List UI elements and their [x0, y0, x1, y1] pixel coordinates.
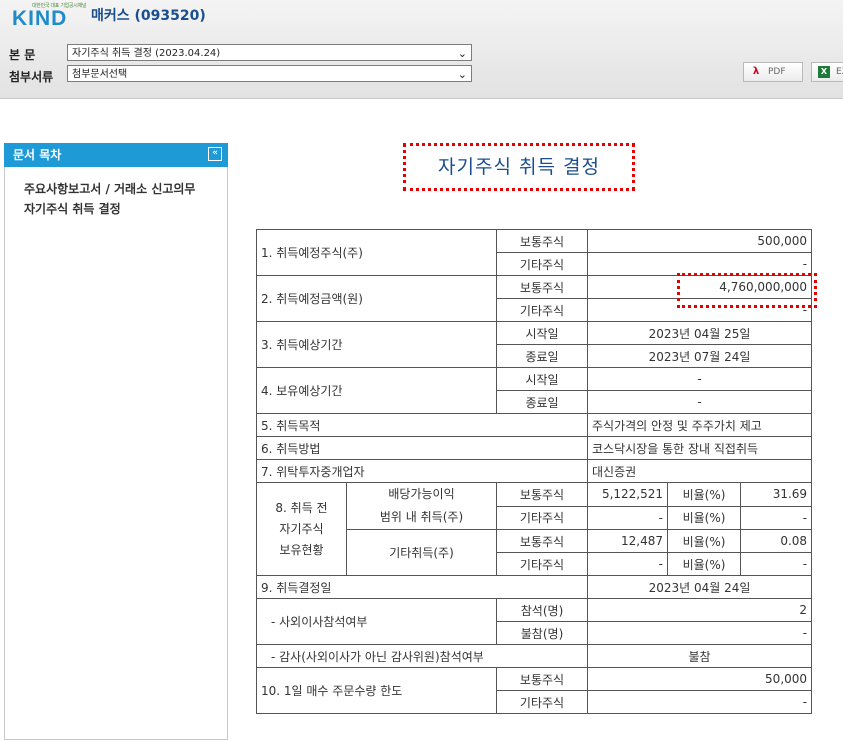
value-cell: 31.69	[740, 482, 813, 507]
row-label: - 사외이사참석여부	[255, 598, 498, 645]
sub-label: 기타주식	[496, 252, 589, 276]
group-label-line: 범위 내 취득(주)	[379, 510, 464, 524]
row-label: 1. 취득예정주식(주)	[255, 229, 498, 276]
value-cell: 2023년 04월 24일	[587, 575, 813, 599]
document-title: 자기주식 취득 결정	[403, 143, 635, 191]
value-cell: -	[587, 367, 813, 391]
row-label-line: 보유현황	[279, 542, 324, 557]
main-doc-select[interactable]: 자기주식 취득 결정 (2023.04.24) ⌄	[67, 44, 472, 61]
top-toolbar: 대한민국 대표 기업공시채널 KIND 매커스 (093520) 본 문 자기주…	[0, 0, 843, 99]
kind-logo[interactable]: 대한민국 대표 기업공시채널 KIND	[10, 2, 86, 30]
row-label: 7. 위탁투자중개업자	[255, 459, 589, 483]
sub-label: 보통주식	[496, 529, 589, 553]
sub-label: 시작일	[496, 321, 589, 345]
group-label-other: 기타취득(주)	[345, 529, 498, 576]
value-cell: 12,487	[587, 529, 669, 553]
value-cell: 주식가격의 안정 및 주주가치 제고	[587, 413, 813, 437]
main-doc-select-value: 자기주식 취득 결정 (2023.04.24)	[72, 48, 221, 59]
chevron-down-icon: ⌄	[457, 47, 467, 60]
row-label: 5. 취득목적	[255, 413, 589, 437]
ratio-label: 비율(%)	[667, 505, 742, 530]
chevron-down-icon: ⌄	[457, 68, 467, 81]
value-cell: -	[587, 621, 813, 645]
value-cell: -	[740, 505, 813, 530]
attach-label: 첨부서류	[9, 70, 54, 84]
attach-select[interactable]: 첨부문서선택 ⌄	[67, 65, 472, 82]
value-cell: 50,000	[587, 667, 813, 691]
sub-label: 기타주식	[496, 690, 589, 714]
amount-highlight-box	[677, 273, 817, 308]
ratio-label: 비율(%)	[667, 552, 742, 576]
sub-label: 종료일	[496, 344, 589, 368]
row-label-line: 8. 취득 전	[275, 500, 328, 515]
toc-item-report[interactable]: 주요사항보고서 / 거래소 신고의무	[24, 180, 228, 197]
value-cell: 불참	[587, 644, 813, 668]
logo-text: KIND	[12, 7, 68, 30]
ratio-label: 비율(%)	[667, 482, 742, 507]
value-cell: 0.08	[740, 529, 813, 553]
value-cell: 2023년 07월 24일	[587, 344, 813, 368]
value-cell: -	[587, 505, 669, 530]
sub-label: 종료일	[496, 390, 589, 414]
sub-label: 보통주식	[496, 275, 589, 299]
row-label: 2. 취득예정금액(원)	[255, 275, 498, 322]
sub-label: 보통주식	[496, 229, 589, 253]
value-cell: 2	[587, 598, 813, 622]
pdf-button[interactable]: λ PDF	[743, 62, 803, 82]
group-label-distributable: 배당가능이익 범위 내 취득(주)	[345, 482, 498, 530]
value-cell: 코스닥시장을 통한 장내 직접취득	[587, 436, 813, 460]
sub-label: 보통주식	[496, 482, 589, 507]
sub-label: 기타주식	[496, 552, 589, 576]
toc-header: 문서 목차 «	[4, 143, 228, 167]
toc-item-treasury-stock[interactable]: 자기주식 취득 결정	[24, 200, 228, 217]
value-cell: 대신증권	[587, 459, 813, 483]
group-label-line: 배당가능이익	[388, 487, 455, 501]
row-label: 4. 보유예상기간	[255, 367, 498, 414]
sub-label: 불참(명)	[496, 621, 589, 645]
value-cell: 2023년 04월 25일	[587, 321, 813, 345]
excel-label: EX	[836, 67, 843, 77]
toc-title: 문서 목차	[13, 148, 62, 162]
main-doc-label: 본 문	[9, 48, 36, 62]
excel-button[interactable]: X EX	[811, 62, 843, 82]
sub-label: 기타주식	[496, 505, 589, 530]
pdf-label: PDF	[768, 67, 786, 77]
row-label: - 감사(사외이사가 아닌 감사위원)참석여부	[255, 644, 589, 668]
value-cell: -	[587, 690, 813, 714]
sub-label: 시작일	[496, 367, 589, 391]
attach-select-value: 첨부문서선택	[72, 69, 128, 80]
sub-label: 보통주식	[496, 667, 589, 691]
value-cell: -	[740, 552, 813, 576]
collapse-icon[interactable]: «	[208, 147, 222, 161]
toc-panel	[4, 143, 228, 740]
ratio-label: 비율(%)	[667, 529, 742, 553]
row-label: 6. 취득방법	[255, 436, 589, 460]
sub-label: 참석(명)	[496, 598, 589, 622]
value-cell: -	[587, 552, 669, 576]
row-label: 3. 취득예상기간	[255, 321, 498, 368]
excel-icon: X	[818, 66, 830, 78]
value-cell: 5,122,521	[587, 482, 669, 507]
value-cell: 500,000	[587, 229, 813, 253]
value-cell: -	[587, 390, 813, 414]
pdf-icon: λ	[752, 66, 760, 77]
row-label: 10. 1일 매수 주문수량 한도	[255, 667, 498, 714]
row-label: 9. 취득결정일	[255, 575, 589, 599]
row-label-line: 자기주식	[279, 521, 324, 536]
sub-label: 기타주식	[496, 298, 589, 322]
row-label-holdings: 8. 취득 전 자기주식 보유현황	[256, 482, 347, 576]
company-title: 매커스 (093520)	[91, 8, 206, 24]
